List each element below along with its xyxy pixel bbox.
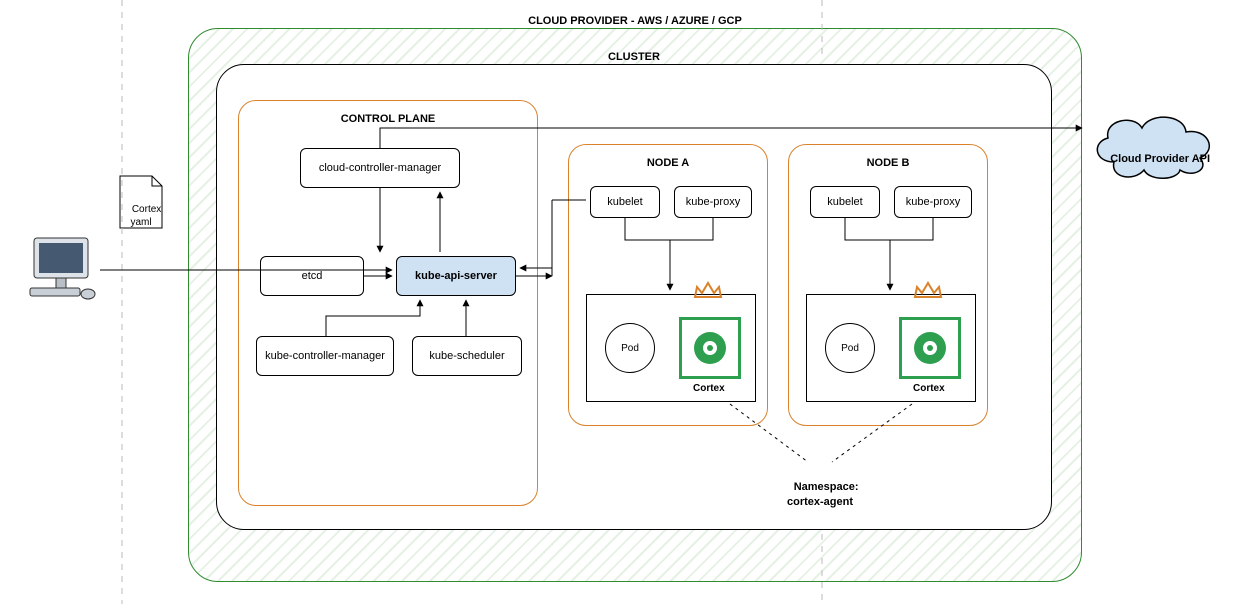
node-a-pod-area: Pod Cortex — [586, 294, 756, 402]
node-a-kubeproxy-label: kube-proxy — [686, 196, 740, 208]
node-b-kubeproxy-label: kube-proxy — [906, 196, 960, 208]
namespace-label: Namespace: cortex-agent — [760, 466, 880, 523]
yaml-file-label: Cortex yaml — [120, 190, 162, 242]
cortex-logo-icon — [914, 332, 946, 364]
node-b-pod-area: Pod Cortex — [806, 294, 976, 402]
node-b-kubeproxy-box: kube-proxy — [894, 186, 972, 218]
node-b-title: NODE B — [788, 156, 988, 170]
node-a-title: NODE A — [568, 156, 768, 170]
computer-icon — [22, 232, 100, 310]
node-a-cortex-caption: Cortex — [693, 383, 725, 394]
kube-api-server-box: kube-api-server — [396, 256, 516, 296]
cortex-logo-icon — [694, 332, 726, 364]
node-b-kubelet-box: kubelet — [810, 186, 880, 218]
node-b-pod-circle: Pod — [825, 323, 875, 373]
node-a-kubelet-box: kubelet — [590, 186, 660, 218]
cloud-provider-title: CLOUD PROVIDER - AWS / AZURE / GCP — [188, 14, 1082, 28]
etcd-box: etcd — [260, 256, 364, 296]
kube-controller-manager-box: kube-controller-manager — [256, 336, 394, 376]
kube-scheduler-label: kube-scheduler — [429, 350, 504, 362]
etcd-label: etcd — [302, 270, 323, 282]
cluster-title: CLUSTER — [216, 50, 1052, 64]
crown-icon — [913, 281, 943, 301]
crown-icon — [693, 281, 723, 301]
cloud-provider-api-label: Cloud Provider API — [1094, 138, 1214, 181]
cloud-controller-manager-label: cloud-controller-manager — [319, 162, 441, 174]
kube-controller-manager-label: kube-controller-manager — [265, 350, 385, 362]
node-a-pod-label: Pod — [621, 343, 639, 354]
node-a-kubelet-label: kubelet — [607, 196, 642, 208]
node-b-cortex-tile — [899, 317, 961, 379]
node-a-pod-circle: Pod — [605, 323, 655, 373]
node-b-cortex-caption: Cortex — [913, 383, 945, 394]
node-b-kubelet-label: kubelet — [827, 196, 862, 208]
kube-api-server-label: kube-api-server — [415, 270, 497, 282]
cloud-controller-manager-box: cloud-controller-manager — [300, 148, 460, 188]
node-b-pod-label: Pod — [841, 343, 859, 354]
node-a-cortex-tile — [679, 317, 741, 379]
kube-scheduler-box: kube-scheduler — [412, 336, 522, 376]
control-plane-title: CONTROL PLANE — [238, 112, 538, 126]
node-a-kubeproxy-box: kube-proxy — [674, 186, 752, 218]
